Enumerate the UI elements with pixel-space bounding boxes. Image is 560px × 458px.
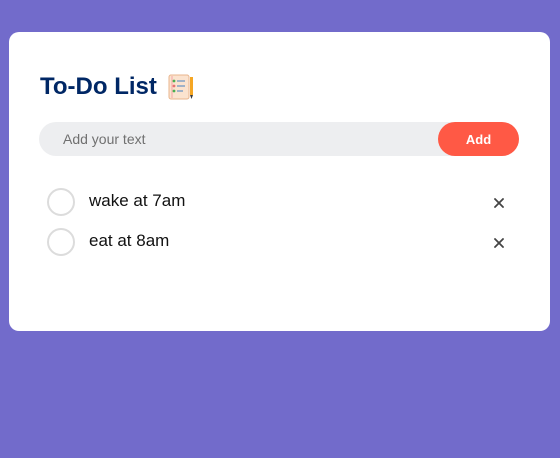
notepad-checklist-icon (167, 73, 195, 101)
task-text: eat at 8am (89, 231, 170, 250)
list-item[interactable]: eat at 8am (47, 227, 517, 267)
task-text: wake at 7am (89, 191, 186, 210)
checkbox-circle-icon[interactable] (47, 188, 75, 216)
todo-card: To-Do List Add wake at 7am (9, 32, 550, 331)
close-icon[interactable] (489, 233, 509, 253)
checkbox-circle-icon[interactable] (47, 228, 75, 256)
page-title: To-Do List (40, 73, 157, 100)
add-button[interactable]: Add (438, 122, 519, 156)
list-item[interactable]: wake at 7am (47, 187, 517, 227)
header: To-Do List (40, 72, 195, 102)
task-list: wake at 7am eat at 8am (47, 187, 517, 267)
close-icon[interactable] (489, 193, 509, 213)
add-task-row: Add (39, 122, 519, 156)
task-input[interactable] (39, 122, 438, 156)
